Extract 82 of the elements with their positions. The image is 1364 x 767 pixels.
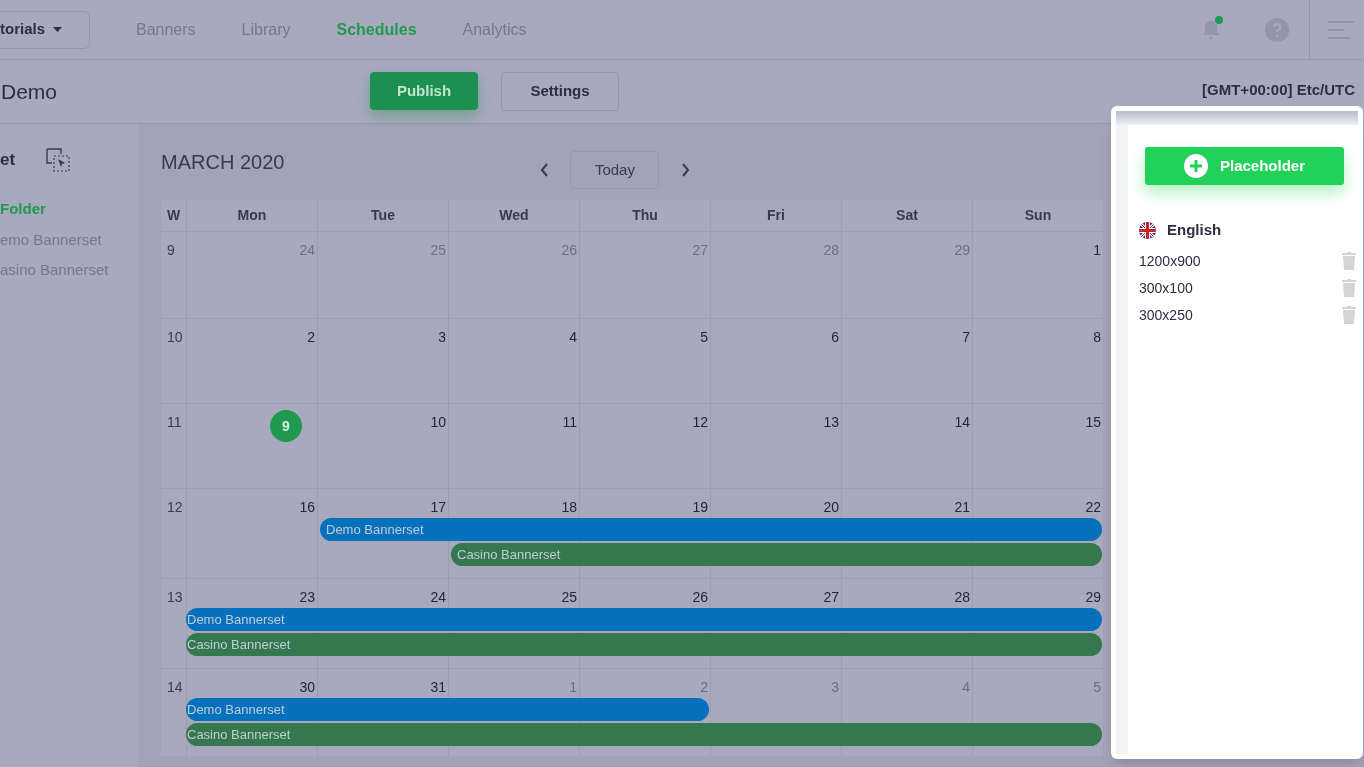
day-number: 27	[692, 241, 708, 260]
day-number: 28	[823, 241, 839, 260]
day-number: 13	[823, 413, 839, 432]
column-header: Sat	[841, 200, 972, 231]
size-label: 300x100	[1139, 278, 1193, 298]
add-placeholder-button[interactable]: Placeholder	[1145, 147, 1344, 185]
day-number: 24	[430, 588, 446, 607]
caret-icon	[53, 27, 62, 32]
publish-button[interactable]: Publish	[370, 72, 479, 110]
day-number: 7	[962, 328, 970, 347]
week-number: 13	[166, 588, 184, 607]
day-number: 22	[1085, 498, 1101, 517]
week-number: 10	[166, 328, 184, 347]
day-number: 2	[700, 678, 708, 697]
week-number: 11	[166, 413, 183, 432]
day-number: 14	[954, 413, 970, 432]
day-number: 18	[561, 498, 577, 517]
event-bar[interactable]: Demo Bannerset	[186, 698, 709, 721]
day-number: 23	[299, 588, 315, 607]
timezone-label: [GMT+00:00] Etc/UTC	[1202, 80, 1355, 101]
event-bar[interactable]: Demo Bannerset	[320, 518, 1102, 541]
flag-icon	[1139, 221, 1156, 239]
page-title: Demo	[1, 78, 58, 105]
day-number: 11	[562, 413, 577, 432]
day-number: 19	[692, 498, 708, 517]
day-number: 29	[954, 241, 970, 260]
column-header: Sun	[972, 200, 1103, 231]
day-number: 26	[692, 588, 708, 607]
select-icon[interactable]	[45, 147, 72, 173]
settings-button[interactable]: Settings	[501, 72, 620, 111]
event-bar[interactable]: Casino Bannerset	[186, 723, 1102, 746]
plus-icon	[1183, 154, 1208, 178]
day-number: 27	[823, 588, 839, 607]
day-number: 5	[1093, 678, 1101, 697]
day-number: 28	[954, 588, 970, 607]
event-bar[interactable]: Casino Bannerset	[451, 543, 1102, 566]
day-number: 26	[561, 241, 577, 260]
today-button[interactable]: Today	[570, 151, 660, 189]
column-header: W	[165, 206, 182, 225]
day-number: 15	[1085, 413, 1101, 432]
day-number: 8	[1093, 328, 1101, 347]
day-number: 4	[569, 328, 577, 347]
trash-icon[interactable]	[1342, 252, 1356, 270]
day-number: 1	[1093, 241, 1101, 260]
month-title: MARCH 2020	[161, 150, 285, 175]
sidebar-heading: et	[0, 149, 16, 172]
day-number: 6	[831, 328, 839, 347]
column-header: Thu	[579, 200, 710, 231]
column-header: Fri	[710, 200, 841, 231]
event-bar[interactable]: Demo Bannerset	[186, 608, 1102, 631]
week-number: 9	[166, 241, 176, 260]
size-label: 1200x900	[1139, 251, 1201, 271]
day-number: 29	[1085, 588, 1101, 607]
day-number: 5	[700, 328, 708, 347]
day-number: 31	[430, 678, 446, 697]
day-number: 4	[962, 678, 970, 697]
day-number: 30	[299, 678, 315, 697]
size-label: 300x250	[1139, 305, 1193, 325]
day-number: 24	[299, 241, 315, 260]
week-number: 12	[166, 498, 184, 517]
day-number: 20	[823, 498, 839, 517]
project-dropdown[interactable]: torials	[0, 10, 90, 49]
event-bar[interactable]: Casino Bannerset	[186, 633, 1102, 656]
column-header: Mon	[186, 200, 317, 231]
day-number: 1	[569, 678, 577, 697]
day-number: 25	[561, 588, 577, 607]
week-number: 14	[166, 678, 184, 697]
column-header: Wed	[448, 200, 579, 231]
trash-icon[interactable]	[1342, 306, 1356, 324]
column-header: Tue	[317, 200, 448, 231]
language-label: English	[1167, 220, 1222, 240]
trash-icon[interactable]	[1342, 279, 1356, 297]
today-marker: 9	[270, 410, 302, 442]
day-number: 17	[430, 498, 446, 517]
day-number: 21	[954, 498, 970, 517]
day-number: 3	[438, 328, 446, 347]
day-number: 3	[831, 678, 839, 697]
day-number: 25	[430, 241, 446, 260]
day-number: 10	[430, 413, 446, 432]
day-number: 12	[692, 413, 708, 432]
day-number: 16	[299, 498, 315, 517]
day-number: 2	[307, 328, 315, 347]
